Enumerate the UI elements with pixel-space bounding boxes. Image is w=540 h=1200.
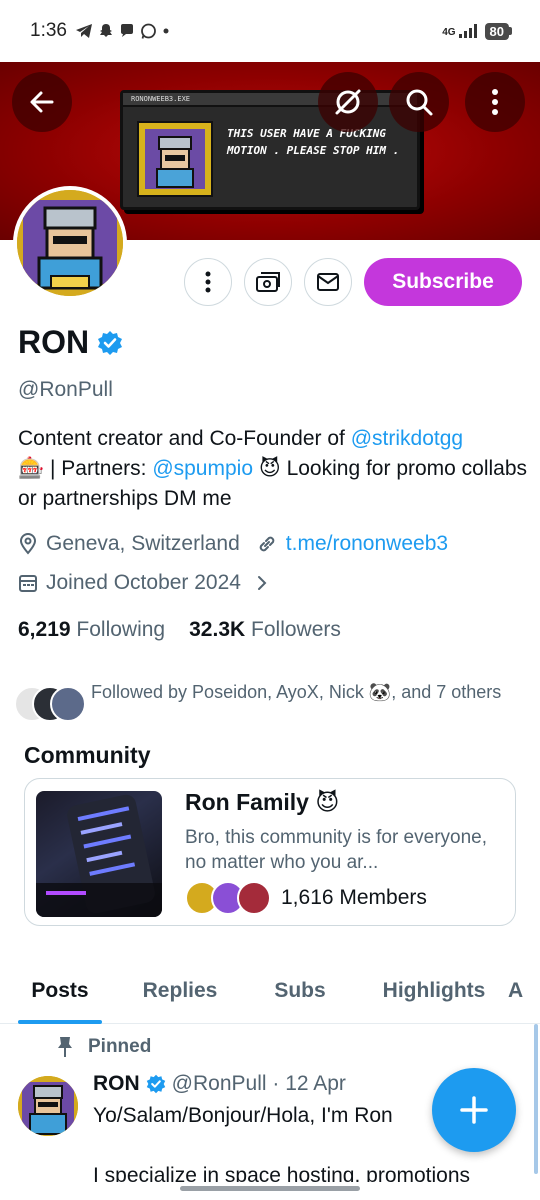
followed-by-text: Followed by Poseidon, AyoX, Nick 🐼, and … [91,682,502,702]
more-button[interactable] [465,72,525,132]
more-vertical-icon [492,89,498,115]
tip-button[interactable] [244,258,292,306]
subscribe-button[interactable]: Subscribe [364,258,522,306]
community-members: 1,616 Members [185,881,427,915]
telegram-icon [75,24,92,38]
network-indicator: 4G [442,24,477,38]
avatar [50,686,86,722]
community-section-title: Community [24,742,151,768]
verified-badge-icon [146,1074,165,1094]
followed-by-avatars [14,686,86,722]
post-author-name[interactable]: RON [93,1072,140,1096]
following-link[interactable]: 6,219 Following [18,618,165,642]
more-options-button[interactable] [184,258,232,306]
community-card[interactable]: Ron Family 😈 Bro, this community is for … [24,778,516,926]
plus-icon [460,1096,488,1124]
mute-button[interactable] [318,72,378,132]
whatsapp-icon [141,23,156,39]
tab-replies[interactable]: Replies [120,958,240,1024]
pinned-label-row: Pinned [56,1036,151,1058]
profile-name: RON [18,324,90,360]
back-button[interactable] [12,72,72,132]
tab-highlights[interactable]: Highlights [360,958,508,1024]
location-pin-icon [19,533,37,555]
home-gesture-bar[interactable] [180,1186,360,1191]
profile-joined-date: Joined October 2024 [46,571,241,594]
community-member-count: 1,616 Members [281,886,427,909]
profile-name-row: RON [18,324,123,361]
profile-meta-row: Geneva, Switzerland t.me/rononweeb3 [18,532,448,556]
bio-link-spumpio[interactable]: @spumpio [152,457,253,480]
calendar-icon [19,575,37,592]
signal-icon [458,24,477,38]
community-thumbnail [36,791,162,917]
battery-icon: 80 [484,22,512,40]
post-text: Yo/Salam/Bonjour/Hola, I'm Ron [93,1104,393,1127]
snapchat-icon [99,24,112,37]
tab-subs[interactable]: Subs [240,958,360,1024]
search-button[interactable] [389,72,449,132]
banner-thumbnail [137,121,213,197]
tab-articles[interactable]: A [508,958,540,1024]
bio-link-strikdotgg[interactable]: @strikdotgg [351,427,463,450]
profile-avatar[interactable] [13,186,127,300]
status-bar: 1:36 4G 80 [0,0,540,62]
back-arrow-icon [30,91,54,113]
mail-icon [317,273,339,291]
dot-icon [163,28,169,34]
scroll-indicator [534,1024,538,1174]
followers-link[interactable]: 32.3K Followers [189,618,341,642]
pinned-label: Pinned [88,1036,152,1057]
eye-off-icon [335,89,361,115]
post-handle-date: @RonPull · 12 Apr [171,1072,346,1095]
active-tab-indicator [18,1020,102,1024]
community-description: Bro, this community is for everyone, no … [185,827,487,873]
verified-badge-icon[interactable] [97,330,123,356]
chat-bubble-icon [120,24,133,37]
post-author-avatar[interactable] [18,1076,78,1136]
banner-caption: THIS USER HAVE A FUCKING MOTION . PLEASE… [227,127,400,157]
post-text-continued: I specialize in space hosting, promotion… [93,1164,471,1182]
profile-bio: Content creator and Co-Founder of @strik… [18,427,528,510]
search-icon [406,89,433,116]
more-vertical-icon [205,271,211,293]
joined-row[interactable]: Joined October 2024 [18,571,269,595]
status-time: 1:36 [30,20,67,41]
profile-location: Geneva, Switzerland [46,532,240,555]
post-header: RON @RonPull · 12 Apr [93,1072,346,1096]
tab-posts[interactable]: Posts [0,958,120,1024]
profile-handle: @RonPull [18,378,113,401]
chevron-right-icon [257,576,267,590]
link-icon [259,536,275,552]
community-name: Ron Family 😈 [185,789,340,815]
follow-counts: 6,219 Following 32.3K Followers [18,618,341,642]
profile-website-link[interactable]: t.me/rononweeb3 [286,532,448,556]
message-button[interactable] [304,258,352,306]
pin-icon [58,1037,72,1057]
profile-tabs: Posts Replies Subs Highlights A [0,958,540,1024]
avatar [237,881,271,915]
compose-button[interactable] [432,1068,516,1152]
money-icon [256,272,280,292]
